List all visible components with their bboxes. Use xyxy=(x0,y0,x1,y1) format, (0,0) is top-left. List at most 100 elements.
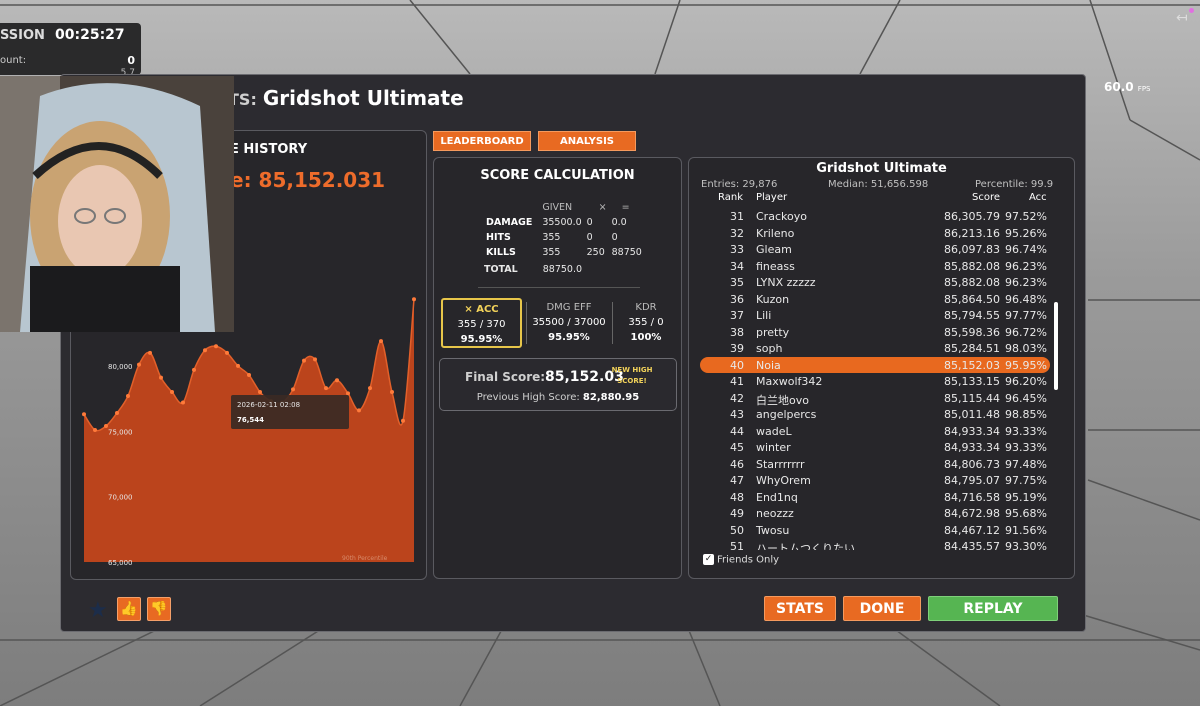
chart-point[interactable] xyxy=(148,350,152,355)
calc-header-mult: × xyxy=(598,201,607,213)
calc-row-eq: 88750 xyxy=(611,246,642,258)
chart-point[interactable] xyxy=(159,375,163,380)
row-player: winter xyxy=(756,441,791,454)
row-rank: 39 xyxy=(730,342,744,355)
leaderboard-row[interactable]: 37 Lili 85,794.55 97.77% xyxy=(700,307,1050,324)
row-player: Krileno xyxy=(756,226,795,240)
tab-leaderboard[interactable]: LEADERBOARD xyxy=(433,131,531,151)
chart-point[interactable] xyxy=(82,412,86,417)
row-rank: 34 xyxy=(730,259,744,273)
row-rank: 41 xyxy=(730,375,744,388)
leaderboard-row[interactable]: 36 Kuzon 85,864.50 96.48% xyxy=(700,291,1050,308)
chart-point[interactable] xyxy=(379,339,383,344)
leaderboard-row[interactable]: 44 wadeL 84,933.34 93.33% xyxy=(700,423,1050,440)
leaderboard-row[interactable]: 45 winter 84,933.34 93.33% xyxy=(700,439,1050,456)
leaderboard-row-current-player[interactable]: 40 Noia 85,152.03 95.95% xyxy=(700,356,1050,373)
leaderboard-row[interactable]: 32 Krileno 86,213.16 95.26% xyxy=(700,225,1050,242)
row-acc: 97.52% xyxy=(1005,210,1047,223)
row-acc: 96.45% xyxy=(1005,391,1047,405)
leaderboard-row[interactable]: 48 End1nq 84,716.58 95.19% xyxy=(700,489,1050,506)
chart-point[interactable] xyxy=(115,410,119,415)
leaderboard-row[interactable]: 39 soph 85,284.51 98.03% xyxy=(700,340,1050,357)
row-player: Twosu xyxy=(756,523,790,537)
leaderboard-row[interactable]: 35 LYNX zzzzz 85,882.08 96.23% xyxy=(700,274,1050,291)
row-acc: 96.23% xyxy=(1005,276,1047,289)
col-score: Score xyxy=(972,192,1001,203)
row-rank: 45 xyxy=(730,441,744,454)
chart-point[interactable] xyxy=(368,386,372,391)
leaderboard-row[interactable]: 33 Gleam 86,097.83 96.74% xyxy=(700,241,1050,258)
leaderboard-row[interactable]: 31 Crackoyo 86,305.79 97.52% xyxy=(700,208,1050,225)
star-icon[interactable]: ★ xyxy=(88,598,108,623)
chart-point[interactable] xyxy=(137,362,141,367)
row-player: LYNX zzzzz xyxy=(756,276,816,289)
chart-point[interactable] xyxy=(203,348,207,353)
row-rank: 33 xyxy=(730,243,744,256)
row-score: 85,882.08 xyxy=(944,276,1000,289)
friends-only-checkbox[interactable]: ✓ xyxy=(703,554,714,565)
chart-point[interactable] xyxy=(236,363,240,368)
new-high-score-badge: NEW HIGH SCORE! xyxy=(611,366,653,385)
row-acc: 95.19% xyxy=(1005,490,1047,504)
leaderboard-row[interactable]: 49 neozzz 84,672.98 95.68% xyxy=(700,505,1050,522)
row-rank: 51 xyxy=(730,540,744,550)
row-acc: 96.74% xyxy=(1005,243,1047,256)
chart-point[interactable] xyxy=(313,357,317,362)
calc-row-name: HITS xyxy=(486,231,511,243)
chart-point[interactable] xyxy=(214,344,218,349)
dmg-eff-box: DMG EFF 35500 / 37000 95.95% xyxy=(528,298,610,348)
row-score: 85,152.03 xyxy=(944,358,1000,372)
thumbs-down-icon[interactable]: 👎 xyxy=(147,597,171,621)
chart-point[interactable] xyxy=(247,373,251,378)
chart-point[interactable] xyxy=(291,387,295,392)
leaderboard-scrollbar[interactable] xyxy=(1054,302,1058,390)
kdr-box: KDR 355 / 0 100% xyxy=(614,298,678,348)
row-player: Lili xyxy=(756,309,772,322)
chart-point[interactable] xyxy=(401,418,405,423)
chart-point[interactable] xyxy=(170,390,174,395)
friends-only-toggle[interactable]: ✓ Friends Only xyxy=(703,554,779,566)
row-rank: 48 xyxy=(730,490,744,504)
stats-button[interactable]: STATS xyxy=(764,596,836,621)
chart-point[interactable] xyxy=(93,427,97,432)
chart-point[interactable] xyxy=(258,390,262,395)
leaderboard-list[interactable]: 31 Crackoyo 86,305.79 97.52% 32 Krileno 86,213… xyxy=(700,208,1050,550)
row-score: 84,435.57 xyxy=(944,540,1000,550)
leaderboard-row[interactable]: 51 ハートムつくりたい 84,435.57 93.30% xyxy=(700,538,1050,550)
leaderboard-row[interactable]: 41 Maxwolf342 85,133.15 96.20% xyxy=(700,373,1050,390)
replay-button[interactable]: REPLAY xyxy=(928,596,1058,621)
row-acc: 96.23% xyxy=(1005,259,1047,273)
calc-row-mult: 0 xyxy=(586,216,593,228)
done-button[interactable]: DONE xyxy=(843,596,921,621)
chart-point[interactable] xyxy=(192,367,196,372)
chart-point[interactable] xyxy=(390,390,394,395)
chart-point[interactable] xyxy=(412,297,416,302)
leaderboard-row[interactable]: 46 Starrrrrrr 84,806.73 97.48% xyxy=(700,456,1050,473)
chart-point[interactable] xyxy=(225,350,229,355)
exit-icon[interactable]: ↤ xyxy=(1176,10,1188,26)
chart-point[interactable] xyxy=(126,393,130,398)
leaderboard-row[interactable]: 47 WhyOrem 84,795.07 97.75% xyxy=(700,472,1050,489)
chart-point[interactable] xyxy=(181,400,185,405)
chart-point[interactable] xyxy=(346,391,350,396)
chart-point[interactable] xyxy=(302,358,306,363)
row-player: angelpercs xyxy=(756,408,817,421)
row-acc: 96.72% xyxy=(1005,325,1047,339)
leaderboard-row[interactable]: 43 angelpercs 85,011.48 98.85% xyxy=(700,406,1050,423)
thumbs-up-icon[interactable]: 👍 xyxy=(117,597,141,621)
row-score: 85,864.50 xyxy=(944,292,1000,306)
leaderboard-row[interactable]: 50 Twosu 84,467.12 91.56% xyxy=(700,522,1050,539)
chart-point[interactable] xyxy=(335,378,339,383)
chart-point[interactable] xyxy=(357,408,361,413)
leaderboard-row[interactable]: 34 fineass 85,882.08 96.23% xyxy=(700,258,1050,275)
calc-row: KILLS 355 250 88750 xyxy=(486,246,645,259)
leaderboard-row[interactable]: 38 pretty 85,598.36 96.72% xyxy=(700,324,1050,341)
row-score: 84,795.07 xyxy=(944,474,1000,487)
leaderboard-row[interactable]: 42 白兰地ovo 85,115.44 96.45% xyxy=(700,390,1050,407)
row-score: 85,011.48 xyxy=(944,408,1000,421)
chart-point[interactable] xyxy=(324,386,328,391)
history-title: E HISTORY xyxy=(230,142,308,157)
row-acc: 97.75% xyxy=(1005,474,1047,487)
y-tick-label: 65,000 xyxy=(108,559,133,567)
tab-analysis[interactable]: ANALYSIS xyxy=(538,131,636,151)
